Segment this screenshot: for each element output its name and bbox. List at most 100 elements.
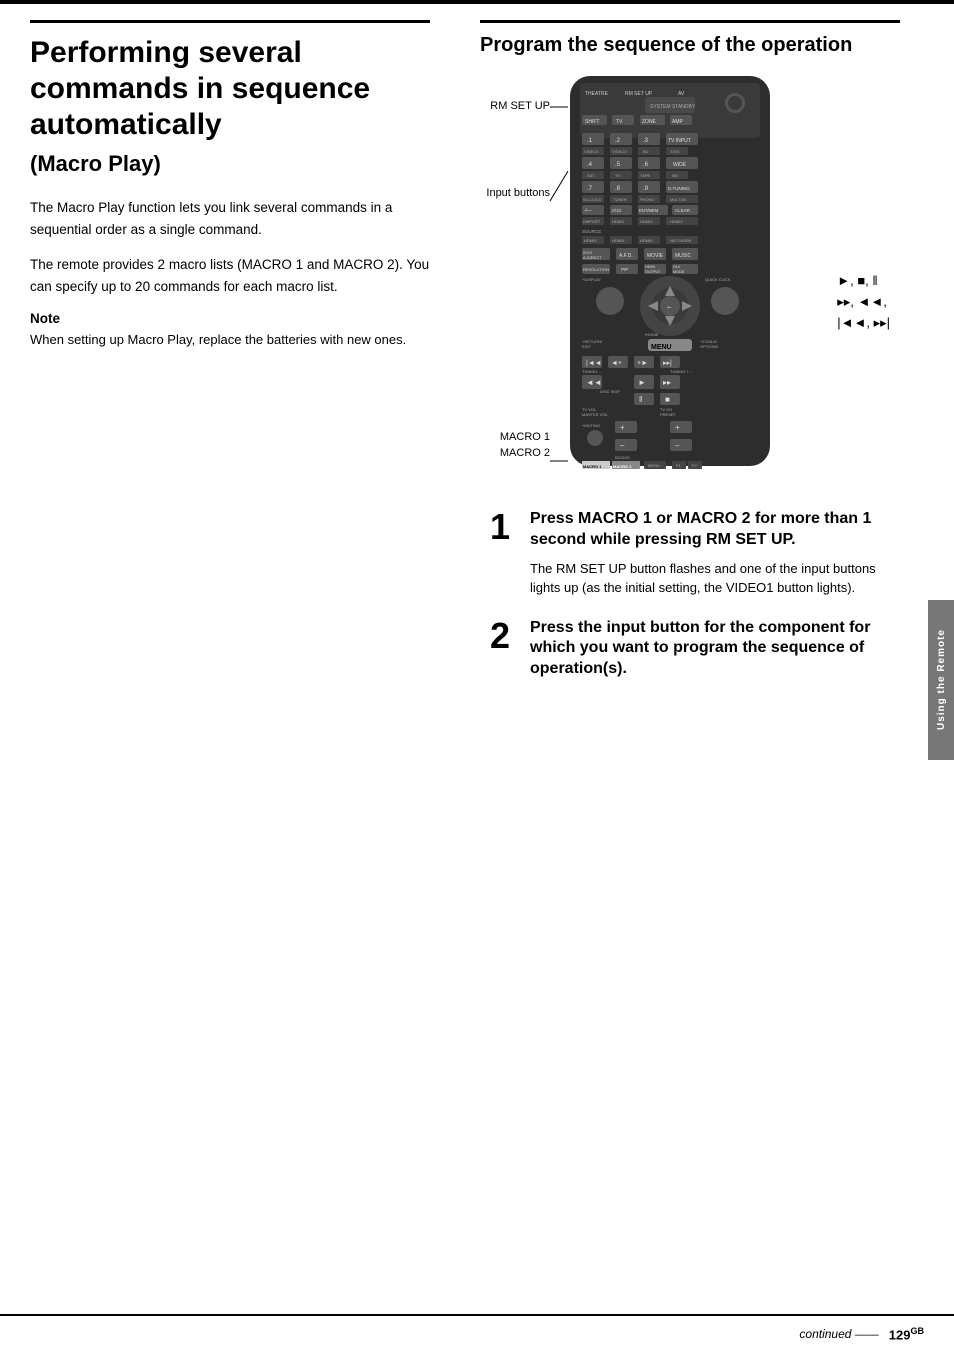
svg-text:MODE: MODE	[673, 270, 685, 274]
svg-text:DVD: DVD	[671, 149, 680, 154]
transport-icons: ►, ■, ‖ ▸▸, ◄◄, |◄◄, ▸▸|	[837, 271, 890, 333]
svg-text:RM SET UP: RM SET UP	[625, 91, 653, 97]
svg-text:■: ■	[665, 395, 670, 404]
body-text-1: The Macro Play function lets you link se…	[30, 197, 430, 240]
svg-text:MD: MD	[672, 173, 678, 178]
svg-text:▸▸|: ▸▸|	[663, 360, 672, 367]
label-macro: MACRO 1 MACRO 2	[480, 430, 550, 461]
note-heading: Note	[30, 311, 430, 326]
svg-text:MULTI/N: MULTI/N	[670, 197, 686, 202]
svg-text:HDMI: HDMI	[645, 265, 655, 269]
step-1-content: Press MACRO 1 or MACRO 2 for more than 1…	[530, 509, 890, 598]
footer: continued 129GB	[0, 1314, 954, 1352]
step-1-heading: Press MACRO 1 or MACRO 2 for more than 1…	[530, 509, 890, 551]
svg-text:.1: .1	[587, 138, 593, 144]
svg-text:A.DIRECT: A.DIRECT	[583, 255, 602, 260]
svg-text:.8: .8	[615, 186, 621, 192]
footer-continued: continued	[799, 1327, 878, 1341]
page-container: Performing several commands in sequence …	[0, 0, 954, 1352]
svg-text:DISC SKIP: DISC SKIP	[600, 389, 620, 394]
right-top-border-line	[480, 20, 900, 23]
svg-text:ZONE: ZONE	[642, 119, 657, 125]
svg-text:OUTPUT: OUTPUT	[645, 270, 661, 274]
step-2-heading: Press the input button for the component…	[530, 618, 890, 680]
svg-text:AV: AV	[678, 91, 685, 97]
svg-text:NET-WORK: NET-WORK	[670, 238, 692, 243]
svg-text:PRESET: PRESET	[660, 412, 677, 417]
svg-text:EXIT: EXIT	[582, 344, 591, 349]
svg-text:TV: TV	[616, 119, 623, 125]
svg-text:.0/10: .0/10	[611, 208, 622, 213]
svg-text:PHONO: PHONO	[640, 197, 655, 202]
svg-text:A.F.D.: A.F.D.	[619, 253, 633, 259]
svg-text:|◄◄: |◄◄	[586, 360, 602, 367]
svg-text:MACRO 2: MACRO 2	[613, 464, 632, 469]
svg-text:◄+: ◄+	[611, 360, 622, 367]
svg-text:◄◄: ◄◄	[586, 378, 602, 387]
svg-text:HDMI1: HDMI1	[612, 219, 625, 224]
svg-text:.2: .2	[615, 138, 621, 144]
body-text-2: The remote provides 2 macro lists (MACRO…	[30, 254, 430, 297]
svg-text:RESOLUTION: RESOLUTION	[583, 267, 609, 272]
svg-text:WIDE: WIDE	[673, 162, 687, 168]
svg-text:HDMI6: HDMI6	[640, 238, 653, 243]
svg-text:BD/DVD: BD/DVD	[615, 455, 630, 460]
svg-text:DMPORT: DMPORT	[583, 219, 601, 224]
svg-text:+►: +►	[637, 360, 648, 367]
step-2-content: Press the input button for the component…	[530, 618, 890, 688]
svg-text:+HOME: +HOME	[644, 332, 659, 337]
svg-text:F2: F2	[692, 463, 697, 468]
svg-text:+MUTING: +MUTING	[582, 423, 600, 428]
svg-text:–: –	[620, 441, 625, 450]
svg-text:GUI: GUI	[673, 265, 680, 269]
svg-text:ENT/MEM: ENT/MEM	[639, 208, 659, 213]
svg-text:‖: ‖	[639, 395, 642, 404]
svg-text:HDMI2: HDMI2	[640, 219, 653, 224]
svg-text:SHIFT: SHIFT	[585, 119, 599, 125]
left-column: Performing several commands in sequence …	[0, 0, 460, 370]
svg-text:MASTER VOL: MASTER VOL	[582, 412, 609, 417]
svg-text:TUNING +→: TUNING +→	[670, 369, 693, 374]
svg-text:-/-–: -/-–	[584, 208, 592, 214]
svg-text:D.TUNING: D.TUNING	[668, 186, 690, 191]
label-rm-set-up: RM SET UP	[480, 99, 550, 113]
left-top-border-line	[30, 20, 430, 23]
svg-text:BD: BD	[643, 149, 649, 154]
remote-svg: THEATRE RM SET UP AV SYSTEM STANDBY SHIF…	[560, 71, 780, 474]
svg-text:MOVIE: MOVIE	[647, 253, 664, 259]
svg-text:.9: .9	[643, 186, 649, 192]
svg-text:SOURCE: SOURCE	[582, 229, 601, 234]
svg-text:THEATRE: THEATRE	[585, 91, 609, 97]
footer-page: 129GB	[889, 1326, 924, 1342]
svg-text:SA-CD/CD: SA-CD/CD	[583, 198, 602, 202]
svg-text:.7: .7	[587, 186, 593, 192]
svg-text:+: +	[675, 423, 680, 432]
svg-text:TAPE: TAPE	[640, 173, 650, 178]
svg-text:TUNER: TUNER	[613, 197, 627, 202]
svg-text:+: +	[620, 423, 625, 432]
icon-skip: |◄◄, ▸▸|	[837, 313, 890, 334]
icon-ff-rew: ▸▸, ◄◄,	[837, 292, 890, 313]
svg-text:.6: .6	[643, 162, 649, 168]
svg-text:HDMI4: HDMI4	[584, 238, 597, 243]
svg-text:SAT: SAT	[587, 173, 595, 178]
svg-text:TV: TV	[615, 173, 620, 178]
svg-text:VIDEO2: VIDEO2	[612, 149, 627, 154]
right-column: Program the sequence of the operation RM…	[460, 0, 920, 728]
svg-text:F1: F1	[676, 463, 681, 468]
svg-text:–: –	[675, 441, 680, 450]
svg-text:▸▸: ▸▸	[663, 378, 671, 387]
step-2-number: 2	[490, 618, 530, 654]
svg-text:.5: .5	[615, 162, 621, 168]
remote-area: RM SET UP Input buttons MACRO 1 MACRO 2 …	[480, 71, 900, 491]
svg-text:TV INPUT: TV INPUT	[668, 138, 691, 144]
svg-text:TUNING ←: TUNING ←	[582, 369, 602, 374]
sub-title: (Macro Play)	[30, 151, 430, 177]
label-input-buttons: Input buttons	[480, 186, 550, 200]
section-title: Program the sequence of the operation	[480, 33, 900, 57]
svg-text:AMP: AMP	[672, 119, 684, 125]
svg-text:OPTIONS: OPTIONS	[700, 344, 718, 349]
step-1-number: 1	[490, 509, 530, 545]
svg-text:MENU: MENU	[651, 344, 672, 351]
svg-text:HDMI5: HDMI5	[612, 238, 625, 243]
